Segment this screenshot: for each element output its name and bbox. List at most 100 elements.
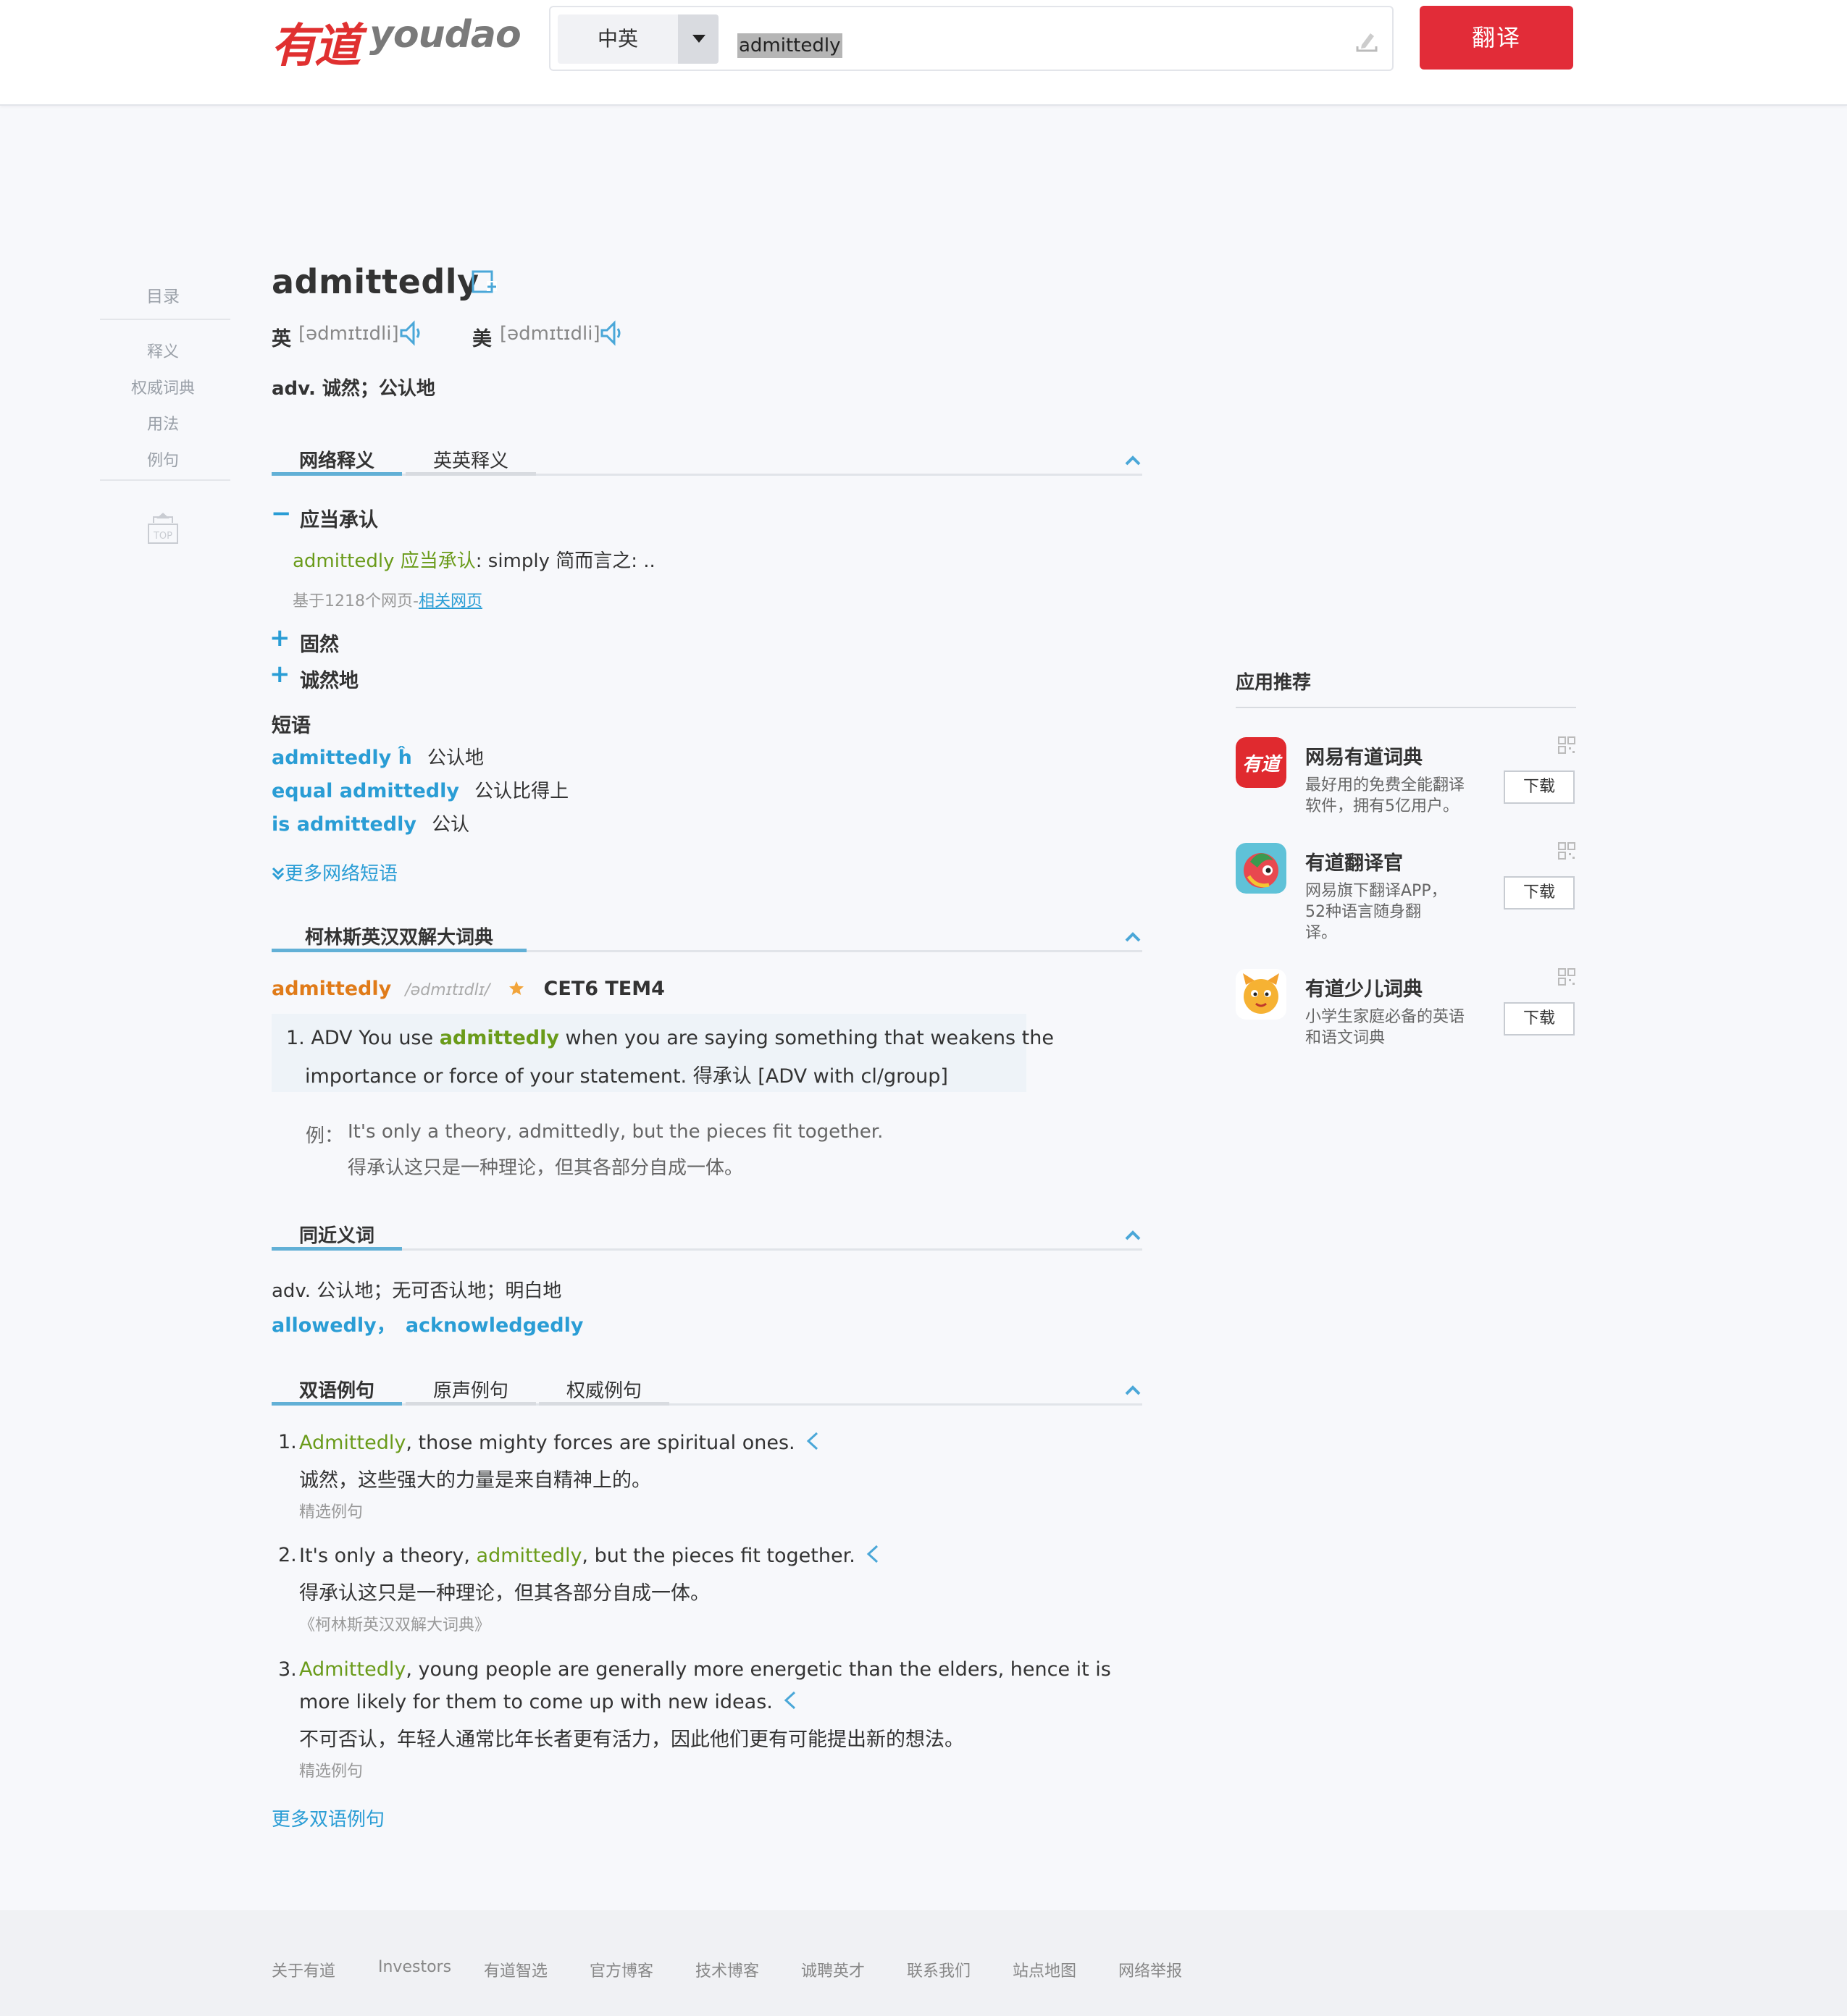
app-description: 网易旗下翻译APP，52种语言随身翻译。 <box>1305 882 1447 942</box>
qr-code-icon[interactable] <box>1557 841 1576 860</box>
app-name[interactable]: 有道少儿词典 <box>1305 973 1423 1001</box>
app-name[interactable]: 网易有道词典 <box>1305 742 1423 770</box>
speaker-icon[interactable] <box>600 320 621 346</box>
web-def-term[interactable]: 固然 <box>300 629 339 657</box>
translate-button[interactable]: 翻译 <box>1420 6 1573 70</box>
tab-collins[interactable]: 柯林斯英汉双解大词典 <box>272 923 527 949</box>
collins-header: admittedly /ədmɪtɪdlɪ/ CET6 TEM4 <box>272 978 665 1000</box>
collapse-icon[interactable] <box>1124 455 1142 466</box>
qr-code-icon[interactable] <box>1557 736 1576 755</box>
add-to-wordbook-icon[interactable] <box>471 268 498 295</box>
example-en: Admittedly, young people are generally m… <box>299 1658 1111 1681</box>
footer-link-ads[interactable]: 有道智选 <box>484 1958 548 1981</box>
chevron-down-icon[interactable] <box>678 14 719 64</box>
apps-divider <box>1236 707 1576 708</box>
footer-link-careers[interactable]: 诚聘英才 <box>801 1958 865 1981</box>
footer-link-blog[interactable]: 官方博客 <box>590 1958 653 1981</box>
minus-icon[interactable]: − <box>271 501 292 526</box>
synonym-link[interactable]: allowedly <box>272 1314 377 1337</box>
search-input[interactable]: admittedly <box>737 33 842 58</box>
toc-divider <box>100 479 230 481</box>
web-def-example-highlight: admittedly 应当承认 <box>293 550 476 572</box>
tab-authority-examples[interactable]: 权威例句 <box>539 1376 669 1403</box>
collins-example-cn: 得承认这只是一种理论，但其各部分自成一体。 <box>348 1157 744 1179</box>
headword: admittedly <box>272 262 479 301</box>
collapse-icon[interactable] <box>1124 1385 1142 1396</box>
back-to-top-label: TOP <box>153 531 172 542</box>
footer-link-investors[interactable]: Investors <box>378 1958 451 1976</box>
example-en: It's only a theory, admittedly, but the … <box>299 1544 880 1567</box>
phrase-link[interactable]: is admittedly <box>272 813 416 836</box>
youdao-logo[interactable]: 有道 youdao <box>271 9 522 73</box>
footer-link-tech-blog[interactable]: 技术博客 <box>695 1958 759 1981</box>
synonym-words: allowedly， acknowledgedly <box>272 1309 583 1337</box>
language-select[interactable]: 中英 <box>558 14 719 64</box>
phrases-title: 短语 <box>272 715 311 737</box>
youdao-dict-icon[interactable]: 有道 <box>1236 737 1286 788</box>
collapse-icon[interactable] <box>1124 931 1142 943</box>
speaker-icon[interactable] <box>399 320 421 346</box>
tab-english-definitions[interactable]: 英英释义 <box>406 446 536 473</box>
tab-bilingual-examples[interactable]: 双语例句 <box>272 1376 402 1403</box>
tab-web-definitions[interactable]: 网络释义 <box>272 446 402 473</box>
youdao-translator-icon[interactable] <box>1236 843 1286 894</box>
language-select-value: 中英 <box>597 27 638 51</box>
example-source: 精选例句 <box>299 1503 364 1521</box>
phrase-link[interactable]: admittedly ĥ <box>272 747 412 769</box>
phrase-meaning: 公认 <box>432 814 470 836</box>
speaker-icon[interactable] <box>804 1431 820 1451</box>
footer-link-contact[interactable]: 联系我们 <box>907 1958 971 1981</box>
example-keyword: Admittedly <box>299 1432 406 1454</box>
toc-item-authority[interactable]: 权威词典 <box>94 375 232 398</box>
example-keyword: admittedly <box>476 1545 582 1567</box>
phrase-link[interactable]: equal admittedly <box>272 780 459 802</box>
collins-levels: CET6 TEM4 <box>543 978 665 1000</box>
logo-en: youdao <box>369 13 522 56</box>
example-source: 精选例句 <box>299 1763 364 1781</box>
toc-divider <box>100 319 230 320</box>
example-source[interactable]: 《柯林斯英汉双解大词典》 <box>299 1612 490 1635</box>
tab-indicator <box>406 1402 536 1406</box>
tab-active-indicator <box>272 949 527 952</box>
collapse-icon[interactable] <box>1124 1230 1142 1241</box>
example-number: 2. <box>278 1544 297 1566</box>
youdao-kids-icon[interactable] <box>1236 969 1286 1020</box>
web-def-source-count: 基于1218个网页- <box>293 592 419 610</box>
tab-synonyms[interactable]: 同近义词 <box>272 1221 402 1248</box>
related-pages-link[interactable]: 相关网页 <box>419 592 482 610</box>
tab-audio-examples[interactable]: 原声例句 <box>406 1376 536 1403</box>
download-button[interactable]: 下载 <box>1504 770 1575 804</box>
toc-item-usage[interactable]: 用法 <box>94 411 232 434</box>
synonym-link[interactable]: acknowledgedly <box>406 1314 584 1337</box>
plus-icon[interactable]: + <box>269 626 290 650</box>
double-chevron-down-icon <box>272 867 285 881</box>
footer-link-about[interactable]: 关于有道 <box>272 1958 335 1981</box>
phrase-row: is admittedly 公认 <box>272 810 469 836</box>
example-text: , but the pieces fit together. <box>582 1545 855 1567</box>
example-number: 3. <box>278 1658 297 1681</box>
collins-example-en: It's only a theory, admittedly, but the … <box>348 1121 884 1143</box>
tab-active-indicator <box>272 1247 402 1251</box>
collins-def-keyword: admittedly <box>439 1027 559 1049</box>
app-name[interactable]: 有道翻译官 <box>1305 847 1403 875</box>
more-examples-link[interactable]: 更多双语例句 <box>272 1805 385 1831</box>
download-button[interactable]: 下载 <box>1504 876 1575 910</box>
download-button[interactable]: 下载 <box>1504 1002 1575 1036</box>
speaker-icon[interactable] <box>864 1544 880 1564</box>
speaker-icon[interactable] <box>782 1690 797 1710</box>
footer-link-report[interactable]: 网络举报 <box>1118 1958 1182 1981</box>
tab-indicator <box>406 472 536 476</box>
back-to-top-icon[interactable]: TOP <box>146 513 180 546</box>
more-phrases-link[interactable]: 更多网络短语 <box>272 859 398 886</box>
toc-item-examples[interactable]: 例句 <box>94 448 232 471</box>
footer-link-sitemap[interactable]: 站点地图 <box>1013 1958 1076 1981</box>
web-def-term[interactable]: 诚然地 <box>300 665 359 693</box>
collins-phonetic: /ədmɪtɪdlɪ/ <box>405 981 490 999</box>
plus-icon[interactable]: + <box>269 662 290 686</box>
qr-code-icon[interactable] <box>1557 967 1576 986</box>
example-en: Admittedly, those mighty forces are spir… <box>299 1431 820 1454</box>
web-def-term: 应当承认 <box>300 509 378 532</box>
toc-item-definition[interactable]: 释义 <box>94 339 232 362</box>
apps-title: 应用推荐 <box>1236 672 1312 694</box>
handwriting-icon[interactable] <box>1354 29 1379 54</box>
